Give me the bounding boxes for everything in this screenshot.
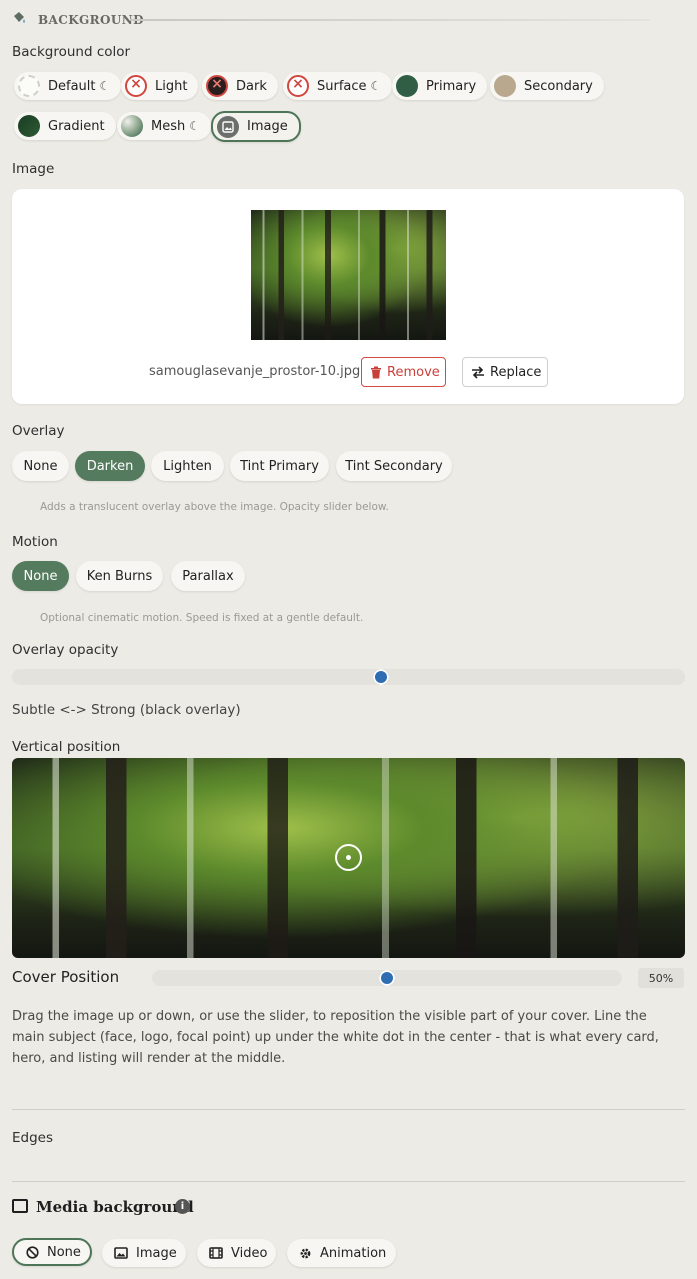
ban-icon	[26, 1245, 39, 1259]
primary-swatch	[396, 75, 418, 97]
replace-image-button[interactable]: Replace	[462, 357, 548, 387]
section-divider	[130, 19, 650, 21]
none-swatch-icon	[206, 75, 228, 97]
motion-option-none[interactable]: None	[12, 561, 69, 591]
media-option-label: Animation	[320, 1245, 387, 1261]
edges-label: Edges	[12, 1130, 54, 1146]
info-icon[interactable]: i	[175, 1199, 190, 1214]
default-swatch	[18, 75, 40, 97]
bg-option-label: Image	[247, 119, 288, 134]
motion-label: Motion	[12, 534, 58, 550]
section-title: BACKGROUND	[38, 13, 144, 27]
image-icon	[217, 115, 239, 138]
bg-option-image[interactable]: Image	[211, 111, 301, 142]
secondary-swatch	[494, 75, 516, 97]
cover-position-help: Drag the image up or down, or use the sl…	[12, 1009, 659, 1066]
image-icon	[12, 1199, 28, 1213]
remove-label: Remove	[387, 364, 440, 380]
bg-option-label: Surface	[317, 78, 367, 94]
gear-icon	[300, 1248, 311, 1258]
gradient-swatch	[18, 115, 40, 137]
media-option-none[interactable]: None	[12, 1238, 92, 1266]
trash-icon	[371, 366, 381, 378]
bg-option-light[interactable]: Light	[121, 72, 199, 100]
none-swatch-icon	[125, 75, 147, 97]
moon-icon: ☾	[99, 79, 111, 93]
moon-icon: ☾	[370, 79, 382, 93]
remove-image-button[interactable]: Remove	[361, 357, 446, 387]
overlay-label: Overlay	[12, 423, 65, 439]
cover-position-knob[interactable]	[379, 970, 395, 986]
motion-option-parallax[interactable]: Parallax	[171, 561, 245, 591]
motion-hint: Optional cinematic motion. Speed is fixe…	[40, 612, 364, 624]
media-option-label: Image	[136, 1245, 177, 1261]
overlay-opacity-slider[interactable]	[12, 669, 685, 685]
swap-icon	[472, 365, 484, 379]
focal-point-icon	[335, 844, 362, 871]
motion-option-ken-burns[interactable]: Ken Burns	[76, 561, 163, 591]
bg-option-label: Dark	[236, 78, 267, 94]
bg-option-label: Default	[48, 78, 96, 94]
overlay-option-tint-secondary[interactable]: Tint Secondary	[336, 451, 452, 481]
media-option-label: Video	[231, 1245, 268, 1261]
bg-option-label: Primary	[426, 78, 477, 94]
bg-option-label: Gradient	[48, 118, 105, 134]
bg-option-mesh[interactable]: Mesh ☾	[117, 112, 211, 140]
bg-option-default[interactable]: Default ☾	[14, 72, 122, 100]
overlay-hint: Adds a translucent overlay above the ima…	[40, 501, 389, 513]
overlay-option-none[interactable]: None	[12, 451, 69, 481]
divider	[12, 1181, 685, 1182]
cover-position-label: Cover Position	[12, 968, 120, 986]
mesh-swatch	[121, 115, 143, 137]
bg-option-gradient[interactable]: Gradient	[14, 112, 116, 140]
image-filename: samouglasevanje_prostor-10.jpg	[149, 364, 361, 379]
overlay-option-darken[interactable]: Darken	[75, 451, 145, 481]
bg-option-primary[interactable]: Primary	[392, 72, 488, 100]
bg-option-label: Light	[155, 78, 188, 94]
bg-option-label: Mesh	[151, 118, 186, 134]
media-background-title: Media background	[36, 1198, 194, 1216]
media-option-image[interactable]: Image	[102, 1239, 186, 1267]
overlay-option-lighten[interactable]: Lighten	[151, 451, 224, 481]
bg-option-secondary[interactable]: Secondary	[490, 72, 604, 100]
film-icon	[209, 1247, 223, 1259]
bg-option-surface[interactable]: Surface ☾	[283, 72, 393, 100]
none-swatch-icon	[287, 75, 309, 97]
overlay-opacity-caption: Subtle <-> Strong (black overlay)	[12, 702, 241, 718]
replace-label: Replace	[490, 364, 542, 380]
background-color-label: Background color	[12, 44, 131, 60]
vertical-position-label: Vertical position	[12, 739, 121, 755]
divider	[12, 1109, 685, 1110]
media-option-animation[interactable]: Animation	[287, 1239, 396, 1267]
image-thumbnail	[251, 210, 446, 340]
bg-option-dark[interactable]: Dark	[202, 72, 278, 100]
paint-bucket-icon	[14, 12, 25, 23]
media-option-video[interactable]: Video	[197, 1239, 276, 1267]
media-option-label: None	[47, 1244, 81, 1260]
overlay-option-tint-primary[interactable]: Tint Primary	[230, 451, 329, 481]
bg-option-label: Secondary	[524, 78, 593, 94]
overlay-opacity-label: Overlay opacity	[12, 642, 119, 658]
image-icon	[114, 1247, 128, 1259]
image-label: Image	[12, 161, 55, 177]
cover-position-value: 50%	[638, 968, 684, 988]
moon-icon: ☾	[189, 119, 200, 133]
